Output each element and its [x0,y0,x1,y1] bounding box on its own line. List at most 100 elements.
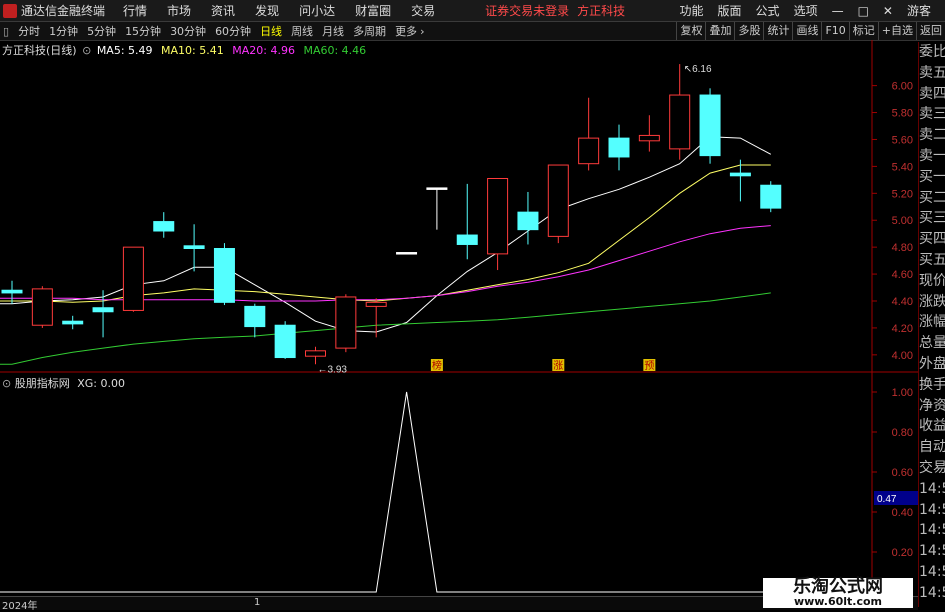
menu-trade[interactable]: 交易 [411,2,435,19]
side-panel-item: 涨幅 [919,314,945,331]
menu-wealth[interactable]: 财富圈 [355,2,391,19]
menu-options[interactable]: 选项 [794,2,818,19]
side-panel-item: 买五 [919,251,945,268]
side-panel-item: 总量 [919,335,945,352]
price-tick-label: 4.60 [892,269,913,281]
menu-function[interactable]: 功能 [680,2,704,19]
side-panel-item: 买三 [919,210,945,227]
login-warning[interactable]: 证券交易未登录 [485,2,569,19]
candle-body [365,301,387,307]
candle-body [699,94,721,157]
f10-button[interactable]: F10 [821,22,848,40]
period-weekly[interactable]: 周线 [291,23,313,39]
close-icon[interactable]: ✕ [883,4,893,18]
overlay-button[interactable]: 叠加 [705,22,734,40]
price-tick-label: 5.80 [892,108,913,120]
event-marker-badge [643,359,656,371]
candle-body [62,320,84,325]
ma60-line [0,292,771,365]
minimize-icon[interactable]: — [832,4,844,18]
title-right-menu: 功能 版面 公式 选项 — □ ✕ 游客 [680,0,945,21]
draw-button[interactable]: 画线 [792,22,821,40]
period-more[interactable]: 更多 [395,23,417,39]
indicator-name[interactable]: 股朋指标网 [15,377,70,390]
side-panel-item: 卖五 [919,64,945,81]
more-chevron-icon[interactable]: › [420,25,424,38]
ma60-label: MA60: 4.46 [303,44,367,57]
candle-body [274,324,296,359]
candle-body [183,245,205,250]
candle-body [608,137,630,158]
menu-news[interactable]: 资讯 [211,2,235,19]
period-daily[interactable]: 日线 [260,23,282,39]
side-panel-item: 卖一 [919,147,945,164]
menu-formula[interactable]: 公式 [756,2,780,19]
candle-body [244,305,266,328]
side-panel-item: 14:56 [919,480,945,497]
candle-body [426,187,448,190]
mark-button[interactable]: 标记 [848,22,878,40]
period-toolbar: ▯ 分时 1分钟 5分钟 15分钟 30分钟 60分钟 日线 周线 月线 多周期… [0,22,945,41]
price-tick-label: 4.80 [892,242,913,254]
side-panel-item: 涨跌 [919,293,945,310]
event-marker-text: 涨 [553,360,563,372]
watermark: 乐淘公式网 www.60lt.com [763,578,913,608]
event-marker-badge [552,359,565,371]
app-name: 通达信金融终端 [21,4,106,18]
guest-label[interactable]: 游客 [907,2,931,19]
side-panel-item: 交易 [919,459,945,476]
settings-chevron-icon[interactable]: ⊙ [82,44,91,57]
candle-body [729,172,751,177]
side-panel-item: 买四 [919,231,945,248]
candle-body [638,134,660,142]
event-marker-text: 榜 [432,359,442,372]
stock-title[interactable]: 方正科技(日线) [2,44,77,57]
broker-name: 方正科技 [577,4,626,18]
period-marker: 1 [254,597,261,608]
event-marker-badge [430,359,443,371]
low-price-label: ←3.93 [318,364,348,375]
back-button[interactable]: 返回 [916,22,945,40]
app-logo-icon [3,3,17,18]
menu-market[interactable]: 市场 [167,2,191,19]
candle-body [1,289,23,294]
indicator-chevron-icon[interactable]: ⊙ [2,377,11,390]
period-multi[interactable]: 多周期 [353,23,386,39]
period-1min[interactable]: 1分钟 [49,23,78,39]
side-panel-item: 委比 [919,44,945,60]
adjust-button[interactable]: 复权 [676,22,705,40]
indicator-header: ⊙ 股朋指标网 XG: 0.00 [2,375,125,391]
period-monthly[interactable]: 月线 [322,23,344,39]
side-panel-item: 14:56 [919,522,945,539]
period-30min[interactable]: 30分钟 [170,23,206,39]
sub-tick-label: 0.80 [892,427,913,439]
menu-discover[interactable]: 发现 [255,2,279,19]
candle-body [517,211,539,231]
stats-button[interactable]: 统计 [763,22,792,40]
ma10-line [0,164,771,303]
price-tick-label: 5.00 [892,215,913,227]
side-panel-item: 换手 [919,376,945,393]
period-15min[interactable]: 15分钟 [125,23,161,39]
menu-layout[interactable]: 版面 [718,2,742,19]
title-bar: 通达信金融终端 行情 市场 资讯 发现 问小达 财富圈 交易 证券交易未登录 方… [0,0,945,22]
period-60min[interactable]: 60分钟 [215,23,251,39]
price-tick-label: 6.00 [892,81,913,93]
add-watchlist-button[interactable]: +自选 [877,22,916,40]
period-5min[interactable]: 5分钟 [87,23,116,39]
side-panel-item: 外盘 [919,355,945,372]
toggle-icon[interactable]: ▯ [3,25,9,38]
maximize-icon[interactable]: □ [858,4,869,18]
side-panel-item: 买二 [919,189,945,206]
price-tick-label: 5.40 [892,161,913,173]
candle-body [760,184,782,209]
side-panel-item: 14:56 [919,501,945,518]
period-intraday[interactable]: 分时 [18,23,40,39]
candlestick-chart[interactable]: 6.00 5.80 5.60 5.40 5.20 5.00 4.80 4.60 4.40 4.20… [0,0,945,609]
menu-ask[interactable]: 问小达 [299,2,335,19]
multi-stock-button[interactable]: 多股 [734,22,763,40]
side-panel-item: 14:56 [919,543,945,560]
side-panel-item: 卖四 [919,85,945,102]
year-label: 2024年 [2,601,38,612]
menu-quotes[interactable]: 行情 [123,2,147,19]
